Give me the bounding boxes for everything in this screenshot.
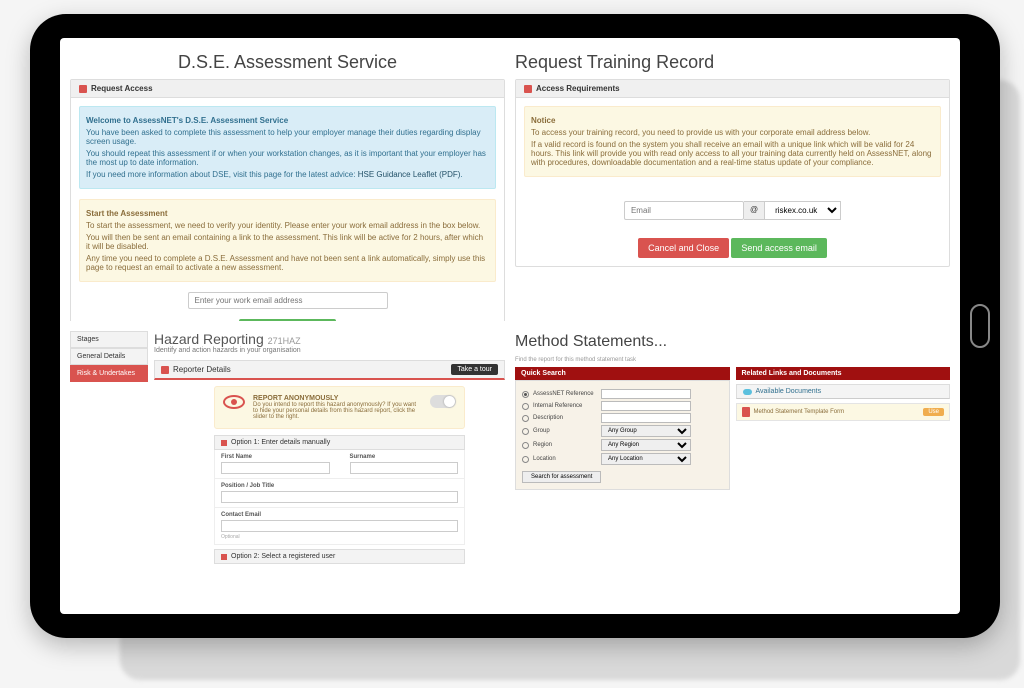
option1-header[interactable]: Option 1: Enter details manually [214,435,465,450]
eye-icon [223,395,245,409]
radio-internal-ref[interactable] [522,403,529,410]
document-row: Method Statement Template Form Use [736,403,951,421]
tab-stages[interactable]: Stages [70,331,148,348]
dse-start-line1: To start the assessment, we need to veri… [86,221,489,230]
contact-email-label: Contact Email [221,512,458,518]
tab-general-details[interactable]: General Details [70,348,148,365]
option2-label: Option 2: Select a registered user [231,553,335,560]
surname-label: Surname [350,454,459,460]
option1-label: Option 1: Enter details manually [231,439,330,446]
location-label: Location [533,456,597,462]
dse-panel-header-label: Request Access [91,84,153,93]
first-name-label: First Name [221,454,330,460]
related-links-header: Related Links and Documents [736,367,951,380]
dse-start-alert: Start the Assessment To start the assess… [79,199,496,282]
group-label: Group [533,428,597,434]
reporter-details-label: Reporter Details [173,365,231,374]
domain-select[interactable]: riskex.co.uk [765,201,841,220]
use-button[interactable]: Use [923,408,944,416]
search-assessment-button[interactable]: Search for assessment [522,471,601,483]
hazard-ref: 271HAZ [268,336,301,346]
assessnet-ref-label: AssessNET Reference [533,391,597,397]
document-icon [742,407,750,417]
hazard-title: Hazard Reporting 271HAZ [154,331,505,347]
radio-description[interactable] [522,415,529,422]
plus-icon [221,554,227,560]
radio-region[interactable] [522,442,529,449]
position-input[interactable] [221,491,458,503]
send-access-email-button[interactable]: Send Access Email [239,319,336,321]
home-button[interactable] [970,304,990,348]
method-subtitle: Find the report for this method statemen… [515,357,950,363]
dse-info-title: Welcome to AssessNET's D.S.E. Assessment… [86,116,288,125]
anonymous-box: REPORT ANONYMOUSLY Do you intend to repo… [214,386,465,429]
training-title: Request Training Record [515,52,950,73]
radio-group[interactable] [522,428,529,435]
dse-info-line2: You should repeat this assessment if or … [86,149,489,167]
dse-info-line3: If you need more information about DSE, … [86,170,358,179]
hazard-subtitle: Identify and action hazards in your orga… [154,347,505,354]
email-hint: Optional [221,534,458,540]
group-select[interactable]: Any Group [601,425,691,437]
available-documents-header: Available Documents [736,384,951,399]
internal-ref-label: Internal Reference [533,403,597,409]
dse-panel-header: Request Access [71,80,504,98]
dse-email-input[interactable] [188,292,388,309]
dse-start-line2: You will then be sent an email containin… [86,233,489,251]
description-label: Description [533,415,597,421]
surname-input[interactable] [350,462,459,474]
dse-info-alert: Welcome to AssessNET's D.S.E. Assessment… [79,106,496,189]
method-title: Method Statements... [515,333,950,351]
region-select[interactable]: Any Region [601,439,691,451]
position-label: Position / Job Title [221,483,458,489]
radio-location[interactable] [522,456,529,463]
internal-ref-input[interactable] [601,401,691,411]
document-name: Method Statement Template Form [754,409,845,415]
dse-title: D.S.E. Assessment Service [70,52,505,73]
training-pane: Request Training Record Access Requireme… [515,48,950,321]
take-tour-button[interactable]: Take a tour [451,364,498,375]
first-name-input[interactable] [221,462,330,474]
assessnet-ref-input[interactable] [601,389,691,399]
anonymous-title: REPORT ANONYMOUSLY [253,395,422,402]
at-symbol: @ [744,201,765,220]
training-notice-line1: To access your training record, you need… [531,128,934,137]
location-select[interactable]: Any Location [601,453,691,465]
cloud-icon [743,389,752,395]
minus-icon [221,440,227,446]
method-pane: Method Statements... Find the report for… [515,331,950,604]
tablet-frame: D.S.E. Assessment Service Request Access… [30,14,1000,638]
anonymous-text: Do you intend to report this hazard anon… [253,402,422,420]
training-notice: Notice To access your training record, y… [524,106,941,177]
hazard-side-nav: Stages General Details Risk & Undertakes [70,331,148,564]
send-access-email-button[interactable]: Send access email [731,238,827,258]
tab-risk-undertakes[interactable]: Risk & Undertakes [70,365,148,382]
anonymous-toggle[interactable] [430,395,456,408]
region-label: Region [533,442,597,448]
training-notice-line2: If a valid record is found on the system… [531,140,934,167]
hse-guidance-link[interactable]: HSE Guidance Leaflet (PDF) [358,170,461,179]
cancel-close-button[interactable]: Cancel and Close [638,238,729,258]
radio-assessnet-ref[interactable] [522,391,529,398]
user-icon [161,366,169,374]
dse-info-line1: You have been asked to complete this ass… [86,128,489,146]
training-notice-title: Notice [531,116,555,125]
dse-start-title: Start the Assessment [86,209,168,218]
dse-start-line3: Any time you need to complete a D.S.E. A… [86,254,489,272]
quick-search-header: Quick Search [515,367,730,380]
training-email-group: @ riskex.co.uk [624,201,841,220]
lock-icon [79,85,87,93]
option2-header[interactable]: Option 2: Select a registered user [214,549,465,564]
training-panel-header: Access Requirements [516,80,949,98]
contact-email-input[interactable] [221,520,458,532]
description-input[interactable] [601,413,691,423]
training-panel-header-label: Access Requirements [536,84,620,93]
dse-pane: D.S.E. Assessment Service Request Access… [70,48,505,321]
hazard-pane: Stages General Details Risk & Undertakes… [70,331,505,604]
training-email-input[interactable] [624,201,744,220]
screen: D.S.E. Assessment Service Request Access… [60,38,960,614]
lock-icon [524,85,532,93]
